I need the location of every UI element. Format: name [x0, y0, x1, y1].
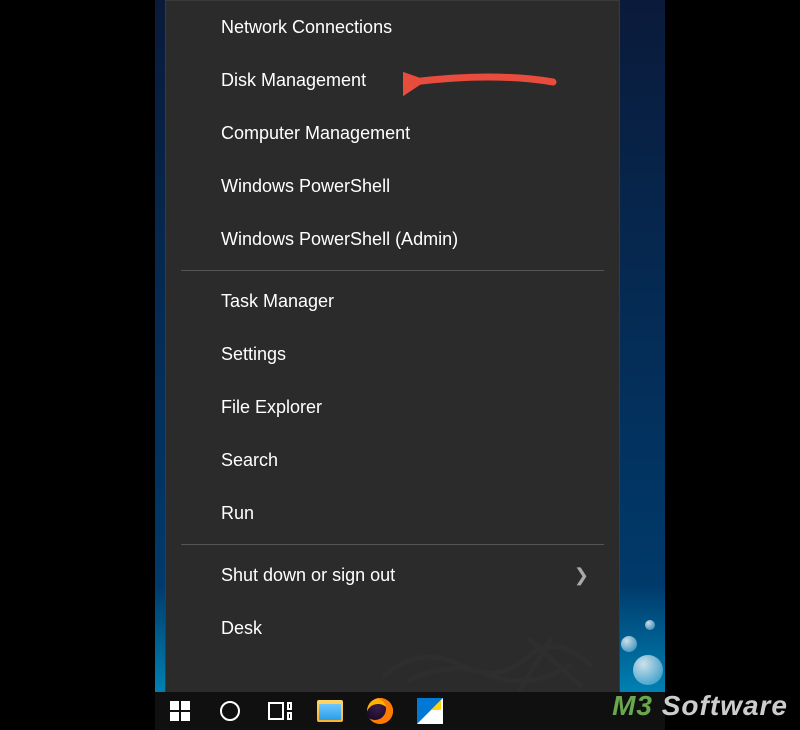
- watermark-software: Software: [653, 690, 788, 721]
- menu-label: Run: [221, 503, 254, 524]
- menu-label: Settings: [221, 344, 286, 365]
- menu-label: Search: [221, 450, 278, 471]
- taskbar-edge[interactable]: [405, 692, 455, 730]
- menu-label: Windows PowerShell (Admin): [221, 229, 458, 250]
- chevron-right-icon: ❯: [574, 565, 589, 586]
- watermark-logo: M3 Software: [612, 690, 788, 722]
- taskbar-firefox[interactable]: [355, 692, 405, 730]
- menu-label: Shut down or sign out: [221, 565, 395, 586]
- menu-divider: [181, 270, 604, 271]
- menu-label: Desk: [221, 618, 262, 639]
- menu-item-settings[interactable]: Settings: [166, 328, 619, 381]
- task-view-icon: [268, 702, 292, 720]
- taskbar: [155, 692, 665, 730]
- menu-item-desktop[interactable]: Desk: [166, 602, 619, 655]
- menu-label: File Explorer: [221, 397, 322, 418]
- menu-label: Computer Management: [221, 123, 410, 144]
- menu-item-file-explorer[interactable]: File Explorer: [166, 381, 619, 434]
- wallpaper-bubbles: [615, 590, 665, 690]
- edge-icon: [417, 698, 443, 724]
- taskbar-file-explorer[interactable]: [305, 692, 355, 730]
- menu-item-shutdown-signout[interactable]: Shut down or sign out ❯: [166, 549, 619, 602]
- task-view-button[interactable]: [255, 692, 305, 730]
- windows-logo-icon: [170, 701, 190, 721]
- file-explorer-icon: [317, 700, 343, 722]
- menu-item-windows-powershell-admin[interactable]: Windows PowerShell (Admin): [166, 213, 619, 266]
- menu-item-task-manager[interactable]: Task Manager: [166, 275, 619, 328]
- winx-power-menu: Network Connections Disk Management Comp…: [165, 0, 620, 693]
- menu-item-run[interactable]: Run: [166, 487, 619, 540]
- menu-item-search[interactable]: Search: [166, 434, 619, 487]
- menu-label: Network Connections: [221, 17, 392, 38]
- cortana-button[interactable]: [205, 692, 255, 730]
- menu-item-disk-management[interactable]: Disk Management: [166, 54, 619, 107]
- menu-item-computer-management[interactable]: Computer Management: [166, 107, 619, 160]
- cortana-icon: [220, 701, 240, 721]
- menu-divider: [181, 544, 604, 545]
- firefox-icon: [367, 698, 393, 724]
- menu-item-windows-powershell[interactable]: Windows PowerShell: [166, 160, 619, 213]
- menu-label: Disk Management: [221, 70, 366, 91]
- watermark-m3: M3: [612, 690, 653, 721]
- menu-item-network-connections[interactable]: Network Connections: [166, 1, 619, 54]
- start-button[interactable]: [155, 692, 205, 730]
- menu-label: Windows PowerShell: [221, 176, 390, 197]
- menu-label: Task Manager: [221, 291, 334, 312]
